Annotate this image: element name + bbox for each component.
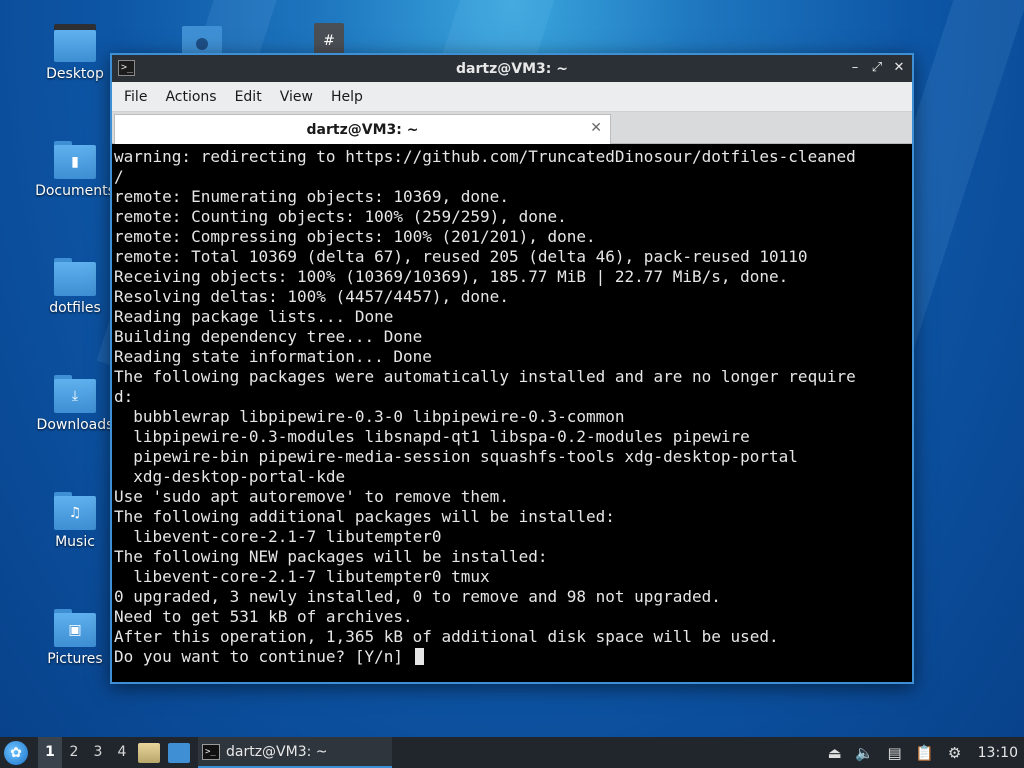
terminal-line: Receiving objects: 100% (10369/10369), 1… — [114, 267, 789, 286]
desktop-icon-downloads[interactable]: ⤓ Downloads — [33, 375, 117, 433]
terminal-task-icon: >_ — [202, 743, 220, 760]
window-titlebar[interactable]: >_ dartz@VM3: ~ – ⤢ ✕ — [112, 55, 912, 82]
terminal-line: remote: Counting objects: 100% (259/259)… — [114, 207, 567, 226]
pictures-folder-icon: ▣ — [54, 609, 96, 647]
minimize-button[interactable]: – — [848, 59, 862, 77]
terminal-line: remote: Total 10369 (delta 67), reused 2… — [114, 247, 808, 266]
terminal-line: remote: Enumerating objects: 10369, done… — [114, 187, 509, 206]
terminal-line: The following packages were automaticall… — [114, 367, 856, 386]
show-desktop-icon[interactable] — [168, 742, 190, 763]
documents-folder-icon: ▮ — [54, 141, 96, 179]
desktop-icon-label: Desktop — [46, 66, 104, 82]
downloads-folder-icon: ⤓ — [54, 375, 96, 413]
terminal-line: Need to get 531 kB of archives. — [114, 607, 413, 626]
desktop-icon-label: Music — [55, 534, 95, 550]
menu-file[interactable]: File — [120, 89, 155, 105]
desktop-icon-label: Pictures — [47, 651, 103, 667]
maximize-button[interactable]: ⤢ — [870, 59, 884, 77]
close-button[interactable]: ✕ — [892, 59, 906, 77]
clock[interactable]: 13:10 — [978, 745, 1018, 761]
updates-icon[interactable]: ⚙ — [942, 741, 968, 765]
home-folder-icon[interactable] — [182, 26, 222, 54]
terminal-line: After this operation, 1,365 kB of additi… — [114, 627, 779, 646]
window-title: dartz@VM3: ~ — [456, 60, 568, 77]
terminal-line: xdg-desktop-portal-kde — [114, 467, 346, 486]
desktop-icon-label: Documents — [35, 183, 115, 199]
terminal-line: Building dependency tree... Done — [114, 327, 423, 346]
menubar: File Actions Edit View Help — [112, 82, 912, 112]
tab-close-icon[interactable]: ✕ — [590, 120, 602, 136]
terminal-line: bubblewrap libpipewire-0.3-0 libpipewire… — [114, 407, 625, 426]
terminal-line: d: — [114, 387, 134, 406]
terminal-window[interactable]: >_ dartz@VM3: ~ – ⤢ ✕ File Actions Edit … — [110, 53, 914, 684]
taskbar-terminal-task[interactable]: >_ dartz@VM3: ~ — [198, 737, 392, 768]
terminal-app-icon[interactable]: >_ — [118, 60, 135, 76]
terminal-output[interactable]: warning: redirecting to https://github.c… — [114, 147, 912, 682]
terminal-prompt-line[interactable]: Do you want to continue? [Y/n] — [114, 647, 912, 667]
terminal-line: libpipewire-0.3-modules libsnapd-qt1 lib… — [114, 427, 750, 446]
workspace-2[interactable]: 2 — [62, 737, 86, 768]
terminal-line: libevent-core-2.1-7 libutempter0 tmux — [114, 567, 490, 586]
terminal-line: The following NEW packages will be insta… — [114, 547, 548, 566]
folder-icon — [54, 258, 96, 296]
terminal-line: Reading state information... Done — [114, 347, 432, 366]
desktop-folder-icon — [54, 24, 96, 62]
menu-actions[interactable]: Actions — [161, 89, 224, 105]
text-cursor — [414, 648, 424, 665]
user-glyph-icon — [196, 38, 208, 50]
terminal-line: Use 'sudo apt autoremove' to remove them… — [114, 487, 509, 506]
terminal-prompt: Do you want to continue? [Y/n] — [114, 647, 413, 666]
tab-bar: dartz@VM3: ~ ✕ — [112, 112, 912, 144]
start-menu-icon[interactable]: ✿ — [4, 740, 28, 765]
desktop-icon-dotfiles[interactable]: dotfiles — [33, 258, 117, 316]
terminal-line: / — [114, 167, 124, 186]
menu-view[interactable]: View — [276, 89, 321, 105]
music-folder-icon: ♫ — [54, 492, 96, 530]
terminal-line: pipewire-bin pipewire-media-session squa… — [114, 447, 798, 466]
desktop-icon-desktop[interactable]: Desktop — [33, 24, 117, 82]
desktop-icon-pictures[interactable]: ▣ Pictures — [33, 609, 117, 667]
terminal-line: Reading package lists... Done — [114, 307, 394, 326]
terminal-line: remote: Compressing objects: 100% (201/2… — [114, 227, 596, 246]
volume-icon[interactable]: 🔈 — [852, 741, 878, 765]
file-manager-icon[interactable] — [138, 742, 160, 763]
terminal-file-icon[interactable]: # — [314, 23, 344, 55]
workspace-1[interactable]: 1 — [38, 737, 62, 768]
desktop-icon-music[interactable]: ♫ Music — [33, 492, 117, 550]
network-icon[interactable]: ▤ — [882, 741, 908, 765]
taskbar: ✿ 1 2 3 4 >_ dartz@VM3: ~ ⏏ 🔈 ▤ 📋 ⚙ 13:1… — [0, 737, 1024, 768]
workspace-4[interactable]: 4 — [110, 737, 134, 768]
terminal-line: The following additional packages will b… — [114, 507, 615, 526]
terminal-line: libevent-core-2.1-7 libutempter0 — [114, 527, 442, 546]
menu-edit[interactable]: Edit — [231, 89, 270, 105]
tab-terminal[interactable]: dartz@VM3: ~ ✕ — [114, 114, 611, 144]
desktop-icon-label: dotfiles — [49, 300, 101, 316]
terminal-line: warning: redirecting to https://github.c… — [114, 147, 856, 166]
terminal-line: Resolving deltas: 100% (4457/4457), done… — [114, 287, 509, 306]
tab-label: dartz@VM3: ~ — [306, 121, 419, 138]
clipboard-icon[interactable]: 📋 — [912, 741, 938, 765]
workspace-3[interactable]: 3 — [86, 737, 110, 768]
menu-help[interactable]: Help — [327, 89, 371, 105]
task-label: dartz@VM3: ~ — [226, 743, 328, 760]
eject-icon[interactable]: ⏏ — [822, 741, 848, 765]
terminal-line: 0 upgraded, 3 newly installed, 0 to remo… — [114, 587, 721, 606]
desktop-icon-label: Downloads — [36, 417, 114, 433]
desktop-icon-documents[interactable]: ▮ Documents — [33, 141, 117, 199]
